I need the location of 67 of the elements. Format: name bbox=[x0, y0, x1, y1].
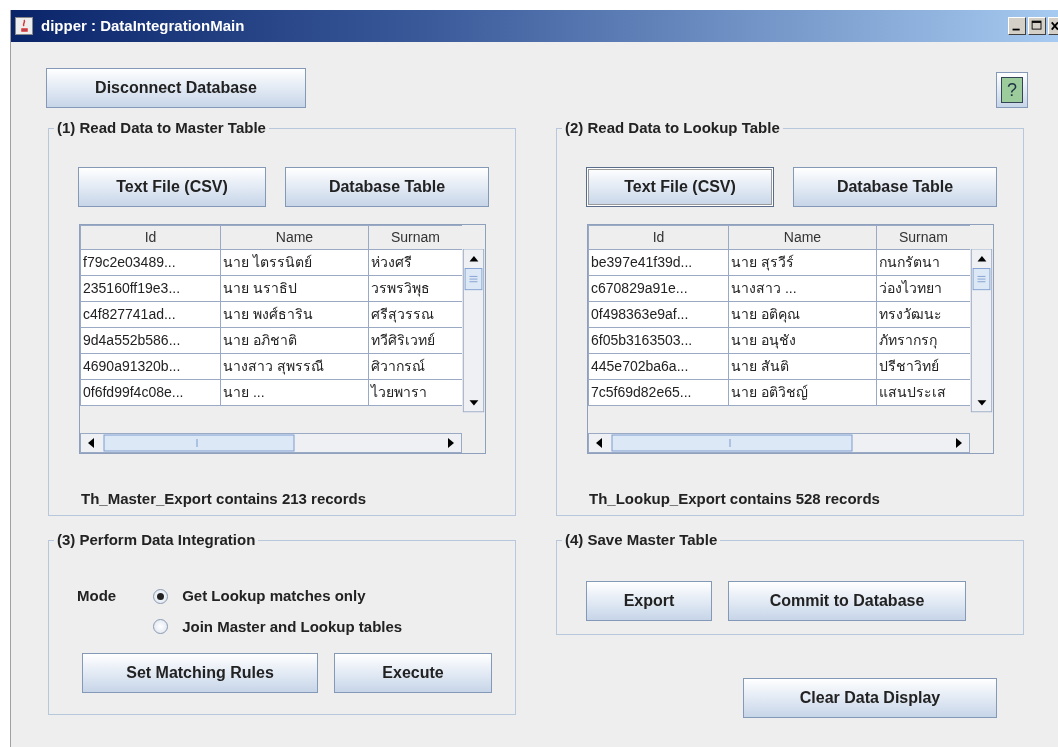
table-cell: f79c2e03489... bbox=[80, 249, 221, 276]
maximize-icon[interactable] bbox=[1028, 17, 1046, 35]
table-cell: ว่องไวทยา bbox=[876, 275, 970, 302]
table-cell: ปรีชาวิทย์ bbox=[876, 353, 970, 380]
table-cell: 4690a91320b... bbox=[80, 353, 221, 380]
horizontal-scrollbar[interactable] bbox=[588, 433, 970, 453]
table-cell: 0f6fd99f4c08e... bbox=[80, 379, 221, 406]
text-file-button[interactable]: Text File (CSV) bbox=[78, 167, 266, 207]
table-cell: 6f05b3163503... bbox=[588, 327, 729, 354]
table-cell: นาย อติคุณ bbox=[728, 301, 877, 328]
record-count: Th_Lookup_Export contains 528 records bbox=[589, 489, 881, 509]
table-cell: 445e702ba6a... bbox=[588, 353, 729, 380]
column-header[interactable]: Id bbox=[588, 225, 729, 250]
table-cell: กนกรัตนา bbox=[876, 249, 970, 276]
column-header[interactable]: Name bbox=[220, 225, 369, 250]
table-cell: วรพรวิพุธ bbox=[368, 275, 462, 302]
table-cell: ศรีสุวรรณ bbox=[368, 301, 462, 328]
table-cell: นาย พงศ์ธาริน bbox=[220, 301, 369, 328]
record-count: Th_Master_Export contains 213 records bbox=[81, 489, 368, 509]
table-cell: ไวยพารา bbox=[368, 379, 462, 406]
table-cell: นาย นราธิป bbox=[220, 275, 369, 302]
table-cell: c4f827741ad... bbox=[80, 301, 221, 328]
table-cell: นาย ไตรรนิตย์ bbox=[220, 249, 369, 276]
table-cell: 0f498363e9af... bbox=[588, 301, 729, 328]
radio-label[interactable]: Join Master and Lookup tables bbox=[182, 615, 403, 638]
table-cell: be397e41f39d... bbox=[588, 249, 729, 276]
disconnect-button[interactable]: Disconnect Database bbox=[46, 68, 306, 108]
column-header[interactable]: Name bbox=[728, 225, 877, 250]
table-cell: c670829a91e... bbox=[588, 275, 729, 302]
text-file-button[interactable]: Text File (CSV) bbox=[586, 167, 774, 207]
column-header[interactable]: Surnam bbox=[876, 225, 970, 250]
execute-button[interactable]: Execute bbox=[334, 653, 492, 693]
clear-button[interactable]: Clear Data Display bbox=[743, 678, 997, 718]
table-cell: 235160ff19e3... bbox=[80, 275, 221, 302]
table-cell: 7c5f69d82e65... bbox=[588, 379, 729, 406]
radio-button[interactable] bbox=[153, 588, 169, 604]
minimize-icon[interactable] bbox=[1008, 17, 1026, 35]
table-cell: ห่วงศรี bbox=[368, 249, 462, 276]
database-table-button[interactable]: Database Table bbox=[285, 167, 489, 207]
table-cell: นาย อนุชัง bbox=[728, 327, 877, 354]
table-cell: ทวีศิริเวทย์ bbox=[368, 327, 462, 354]
matching-rules-button[interactable]: Set Matching Rules bbox=[82, 653, 318, 693]
database-table-button[interactable]: Database Table bbox=[793, 167, 997, 207]
horizontal-scrollbar[interactable] bbox=[80, 433, 462, 453]
table-cell: นาย อติวิชญ์ bbox=[728, 379, 877, 406]
table-cell: นางสาว สุพรรณี bbox=[220, 353, 369, 380]
radio-button[interactable] bbox=[153, 619, 169, 635]
help-button[interactable]: ? bbox=[996, 72, 1028, 108]
table-cell: 9d4a552b586... bbox=[80, 327, 221, 354]
window-title: dipper : DataIntegrationMain bbox=[41, 15, 245, 36]
table-cell: ทรงวัฒนะ bbox=[876, 301, 970, 328]
column-header[interactable]: Id bbox=[80, 225, 221, 250]
table-cell: นาย อภิชาติ bbox=[220, 327, 369, 354]
close-icon[interactable] bbox=[1048, 17, 1058, 35]
radio-label[interactable]: Get Lookup matches only bbox=[182, 585, 366, 608]
column-header[interactable]: Surnam bbox=[368, 225, 462, 250]
table-cell: นาย สุรวีร์ bbox=[728, 249, 877, 276]
table-cell: นาย ... bbox=[220, 379, 369, 406]
export-button[interactable]: Export bbox=[586, 581, 712, 621]
mode-label: Mode bbox=[77, 586, 117, 606]
table-cell: แสนประเส bbox=[876, 379, 970, 406]
commit-button[interactable]: Commit to Database bbox=[728, 581, 966, 621]
table-cell: ภัทรากรกุ bbox=[876, 327, 970, 354]
table-cell: ศิวากรณ์ bbox=[368, 353, 462, 380]
table-cell: นาย สันติ bbox=[728, 353, 877, 380]
java-icon bbox=[15, 17, 33, 35]
table-cell: นางสาว ... bbox=[728, 275, 877, 302]
